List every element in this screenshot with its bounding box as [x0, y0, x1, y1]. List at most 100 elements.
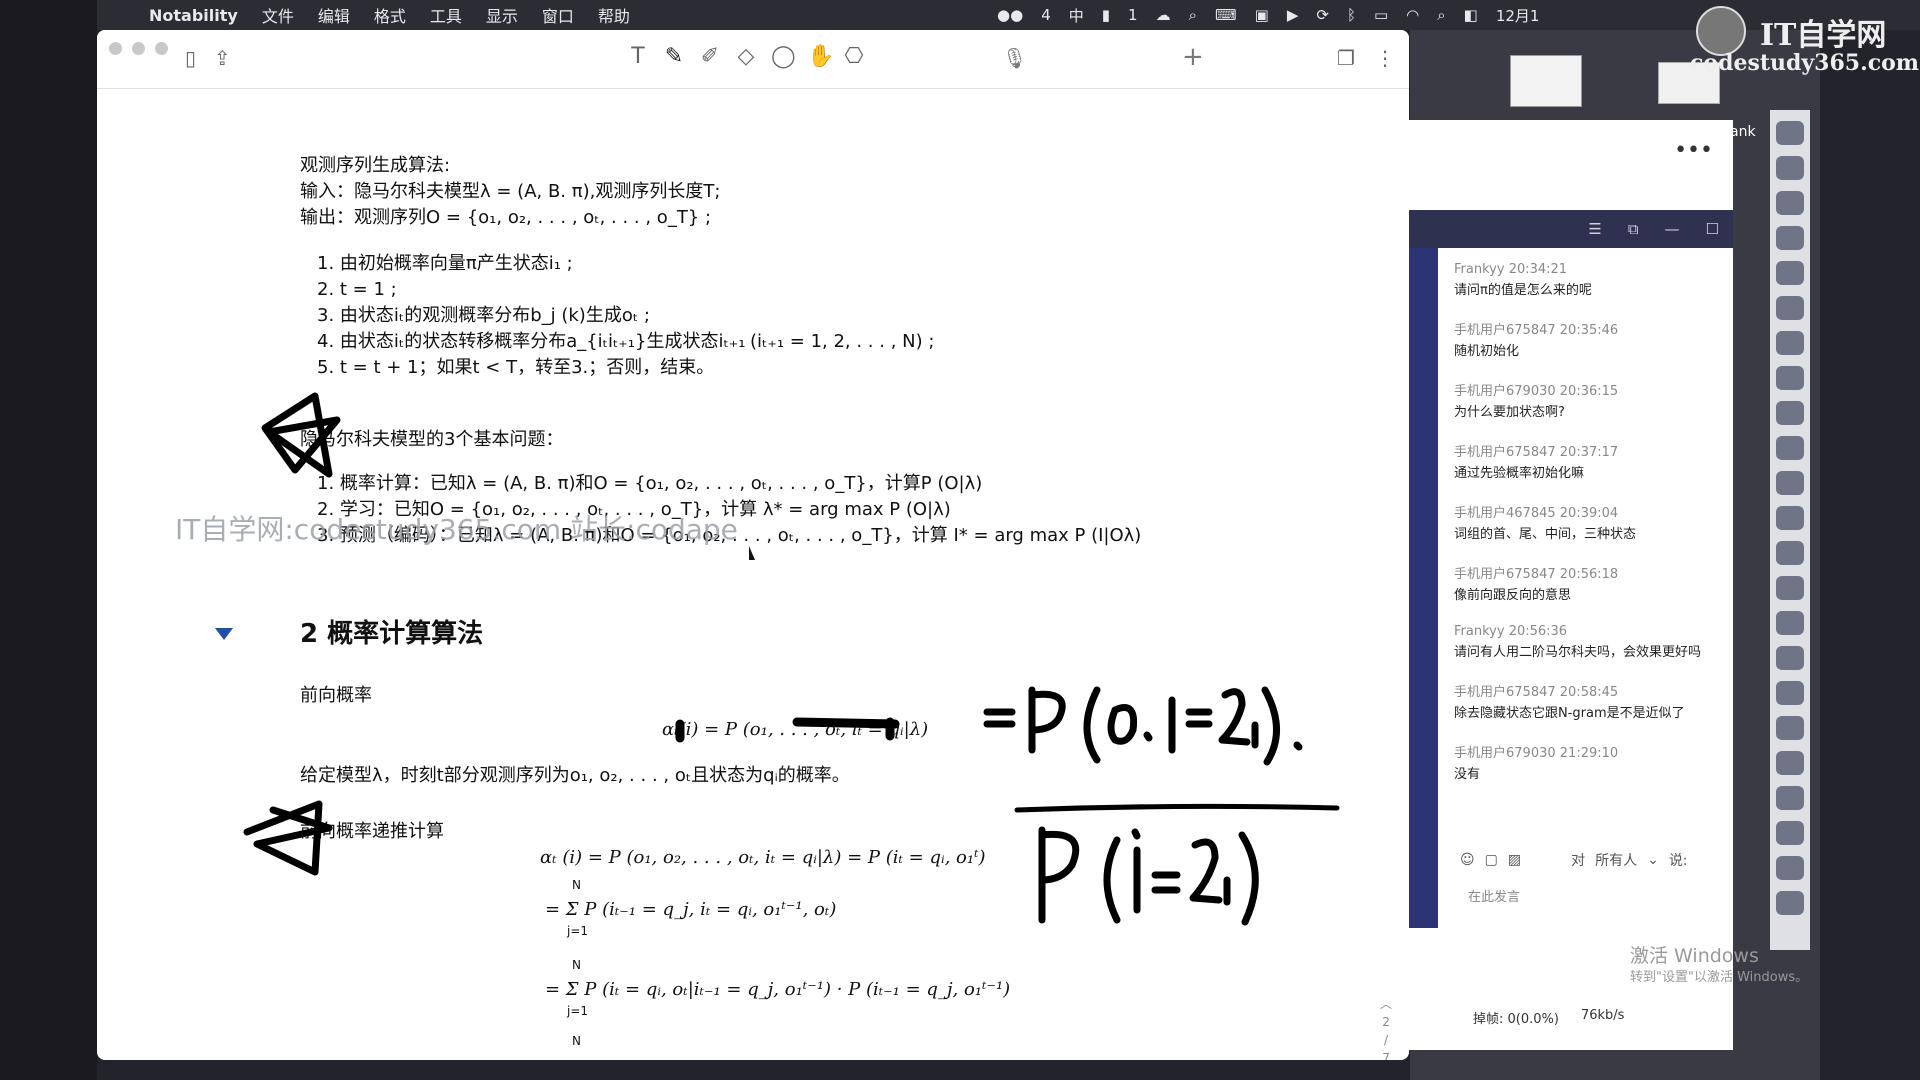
- play-icon[interactable]: ▶: [1287, 6, 1299, 24]
- minimize-button[interactable]: [132, 42, 145, 55]
- hand-icon[interactable]: ✋: [807, 44, 834, 69]
- page-navigator: ︿ 2 / 7 ﹀: [1380, 995, 1392, 1060]
- dock-app-icon[interactable]: [1776, 331, 1804, 355]
- dock-app-icon[interactable]: [1776, 366, 1804, 390]
- input-method[interactable]: 中: [1069, 5, 1084, 26]
- microphone-icon[interactable]: 🎙: [1002, 46, 1027, 70]
- dock-app-icon[interactable]: [1776, 261, 1804, 285]
- lasso-icon[interactable]: ◯: [771, 44, 796, 69]
- chat-input[interactable]: 在此发言: [1468, 886, 1520, 905]
- notability-toolbar: ▯ ⇪ T ✎ ✐ ◇ ◯ ✋ ⎔ 🎙 + ❐ ⋮: [97, 30, 1409, 89]
- dock-app-icon[interactable]: [1776, 576, 1804, 600]
- text-tool-icon[interactable]: T: [627, 44, 649, 69]
- list-item: 手机用户675847 20:56:18 像前向跟反向的意思: [1454, 563, 1724, 606]
- page-separator: /: [1383, 1033, 1389, 1047]
- zoom-button[interactable]: [155, 42, 168, 55]
- minimize-icon[interactable]: —: [1665, 220, 1680, 238]
- dock-app-icon[interactable]: [1776, 156, 1804, 180]
- chevron-up-icon[interactable]: ︿: [1380, 995, 1392, 1013]
- handwritten-ink-layer: [243, 392, 1340, 926]
- menu-file[interactable]: 文件: [250, 3, 306, 27]
- dock-app-icon[interactable]: [1776, 821, 1804, 845]
- highlighter-icon[interactable]: ✐: [699, 44, 721, 69]
- image-icon[interactable]: ▨: [1508, 852, 1521, 868]
- list-icon[interactable]: ☰: [1588, 220, 1601, 238]
- dock-app-icon[interactable]: [1776, 786, 1804, 810]
- menu-window[interactable]: 窗口: [530, 3, 586, 27]
- sidebar-icon[interactable]: ▯: [185, 46, 196, 70]
- desktop-file-thumbnail[interactable]: [1510, 55, 1582, 107]
- win-activate-title: 激活 Windows: [1630, 945, 1759, 967]
- dock-app-icon[interactable]: [1776, 471, 1804, 495]
- battery-icon[interactable]: ▭: [1374, 6, 1388, 24]
- ink-star-2: [243, 800, 333, 876]
- dock-app-icon[interactable]: [1776, 226, 1804, 250]
- popout-icon[interactable]: ⧉: [1628, 220, 1639, 238]
- dock-app-icon[interactable]: [1776, 436, 1804, 460]
- dock-app-icon[interactable]: [1776, 716, 1804, 740]
- eraser-icon[interactable]: ◇: [735, 44, 757, 69]
- dock-app-icon[interactable]: [1776, 191, 1804, 215]
- menu-format[interactable]: 格式: [362, 3, 418, 27]
- total-pages: 7: [1382, 1051, 1390, 1060]
- toolbar-right: ❐ ⋮: [1337, 46, 1395, 70]
- dock-app-icon[interactable]: [1776, 611, 1804, 635]
- bluetooth-icon[interactable]: ᛒ: [1347, 6, 1356, 24]
- dock-app-icon[interactable]: [1776, 856, 1804, 880]
- dock-app-icon[interactable]: [1776, 296, 1804, 320]
- keyboard-icon[interactable]: ⌨: [1215, 6, 1237, 24]
- more-vertical-icon[interactable]: ⋮: [1375, 46, 1395, 70]
- msg-time: 20:39:04: [1559, 506, 1619, 521]
- pages-icon[interactable]: ❐: [1337, 46, 1355, 70]
- dock-app-icon[interactable]: [1776, 646, 1804, 670]
- msg-user: 手机用户675847: [1454, 567, 1556, 582]
- list-item: 手机用户467845 20:39:04 词组的首、尾、中间，三种状态: [1454, 502, 1724, 545]
- msg-time: 20:35:46: [1559, 323, 1619, 338]
- share-icon[interactable]: ⇪: [214, 46, 231, 70]
- note-page[interactable]: 观测序列生成算法: 输入：隐马尔科夫模型λ = (A, B. π),观测序列长度…: [97, 90, 1409, 1060]
- pen-tool-icon[interactable]: ✎: [663, 44, 685, 69]
- msg-user: 手机用户675847: [1454, 323, 1556, 338]
- search-icon[interactable]: ⌕: [1189, 6, 1197, 24]
- shape-icon[interactable]: ⎔: [843, 44, 865, 69]
- spotlight-icon[interactable]: ⌕: [1437, 6, 1445, 24]
- status-number: 1: [1128, 6, 1138, 24]
- dock-app-icon[interactable]: [1776, 681, 1804, 705]
- menu-help[interactable]: 帮助: [586, 3, 642, 27]
- menubar-date[interactable]: 12月1: [1496, 5, 1540, 26]
- wifi-icon[interactable]: ◠: [1406, 6, 1419, 24]
- menu-app-name[interactable]: Notability: [137, 6, 250, 25]
- list-item: 手机用户679030 21:29:10 没有: [1454, 742, 1724, 785]
- dock-app-icon[interactable]: [1776, 751, 1804, 775]
- ink-underline-scribble: [792, 717, 900, 729]
- control-center-icon[interactable]: ◧: [1464, 6, 1478, 24]
- dock-app-icon[interactable]: [1776, 891, 1804, 915]
- maximize-icon[interactable]: ☐: [1706, 220, 1719, 238]
- comment-icon[interactable]: ▢: [1485, 852, 1498, 868]
- cloud-icon[interactable]: ☁: [1156, 6, 1171, 24]
- msg-user: 手机用户467845: [1454, 506, 1556, 521]
- battery-small-icon[interactable]: ▮: [1102, 6, 1110, 24]
- more-icon[interactable]: •••: [1674, 138, 1713, 163]
- dock-app-icon[interactable]: [1776, 401, 1804, 425]
- wechat-icon[interactable]: ●●: [997, 6, 1023, 24]
- dock-app-icon[interactable]: [1776, 541, 1804, 565]
- list-item: 手机用户675847 20:37:17 通过先验概率初始化嘛: [1454, 441, 1724, 484]
- windows-activation-watermark: 激活 Windows 转到"设置"以激活 Windows。: [1630, 945, 1808, 989]
- app-icon[interactable]: ▣: [1255, 6, 1269, 24]
- recipient-select[interactable]: 所有人: [1595, 850, 1637, 870]
- menu-tools[interactable]: 工具: [418, 3, 474, 27]
- msg-text: 请问π的值是怎么来的呢: [1454, 283, 1592, 298]
- menu-edit[interactable]: 编辑: [306, 3, 362, 27]
- sync-icon[interactable]: ⟳: [1316, 6, 1329, 24]
- emoji-icon[interactable]: ☺: [1460, 852, 1475, 868]
- chat-header-ank: ank: [1730, 124, 1756, 140]
- dock-app-icon[interactable]: [1776, 121, 1804, 145]
- close-button[interactable]: [109, 42, 122, 55]
- menu-view[interactable]: 显示: [474, 3, 530, 27]
- dock-app-icon[interactable]: [1776, 506, 1804, 530]
- chevron-down-icon[interactable]: ⌄: [1647, 852, 1659, 868]
- msg-text: 请问有人用二阶马尔科夫吗，会效果更好吗: [1454, 645, 1702, 660]
- msg-time: 21:29:10: [1559, 746, 1619, 761]
- add-page-icon[interactable]: +: [1182, 42, 1204, 72]
